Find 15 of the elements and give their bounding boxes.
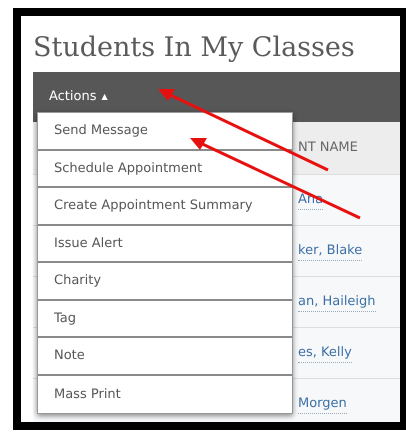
menu-item[interactable]: Tag — [38, 300, 292, 338]
student-name-link[interactable]: es, Kelly — [298, 342, 352, 364]
menu-item[interactable]: Issue Alert — [38, 226, 292, 263]
menu-item[interactable]: Note — [38, 338, 292, 376]
page-title: Students In My Classes — [33, 31, 356, 65]
menu-item[interactable]: Schedule Appointment — [38, 150, 292, 188]
student-name-link[interactable]: Morgen — [298, 394, 347, 414]
menu-item[interactable]: Mass Print — [38, 376, 292, 413]
menu-item[interactable]: Charity — [38, 263, 292, 300]
student-name-link[interactable]: ker, Blake — [298, 240, 362, 262]
student-name-link[interactable]: an, Haileigh — [298, 292, 376, 312]
menu-item[interactable]: Create Appointment Summary — [38, 188, 292, 226]
actions-button[interactable]: Actions ▲ — [49, 87, 108, 107]
menu-item[interactable]: Send Message — [38, 113, 292, 150]
column-header: NT NAME — [298, 139, 358, 158]
